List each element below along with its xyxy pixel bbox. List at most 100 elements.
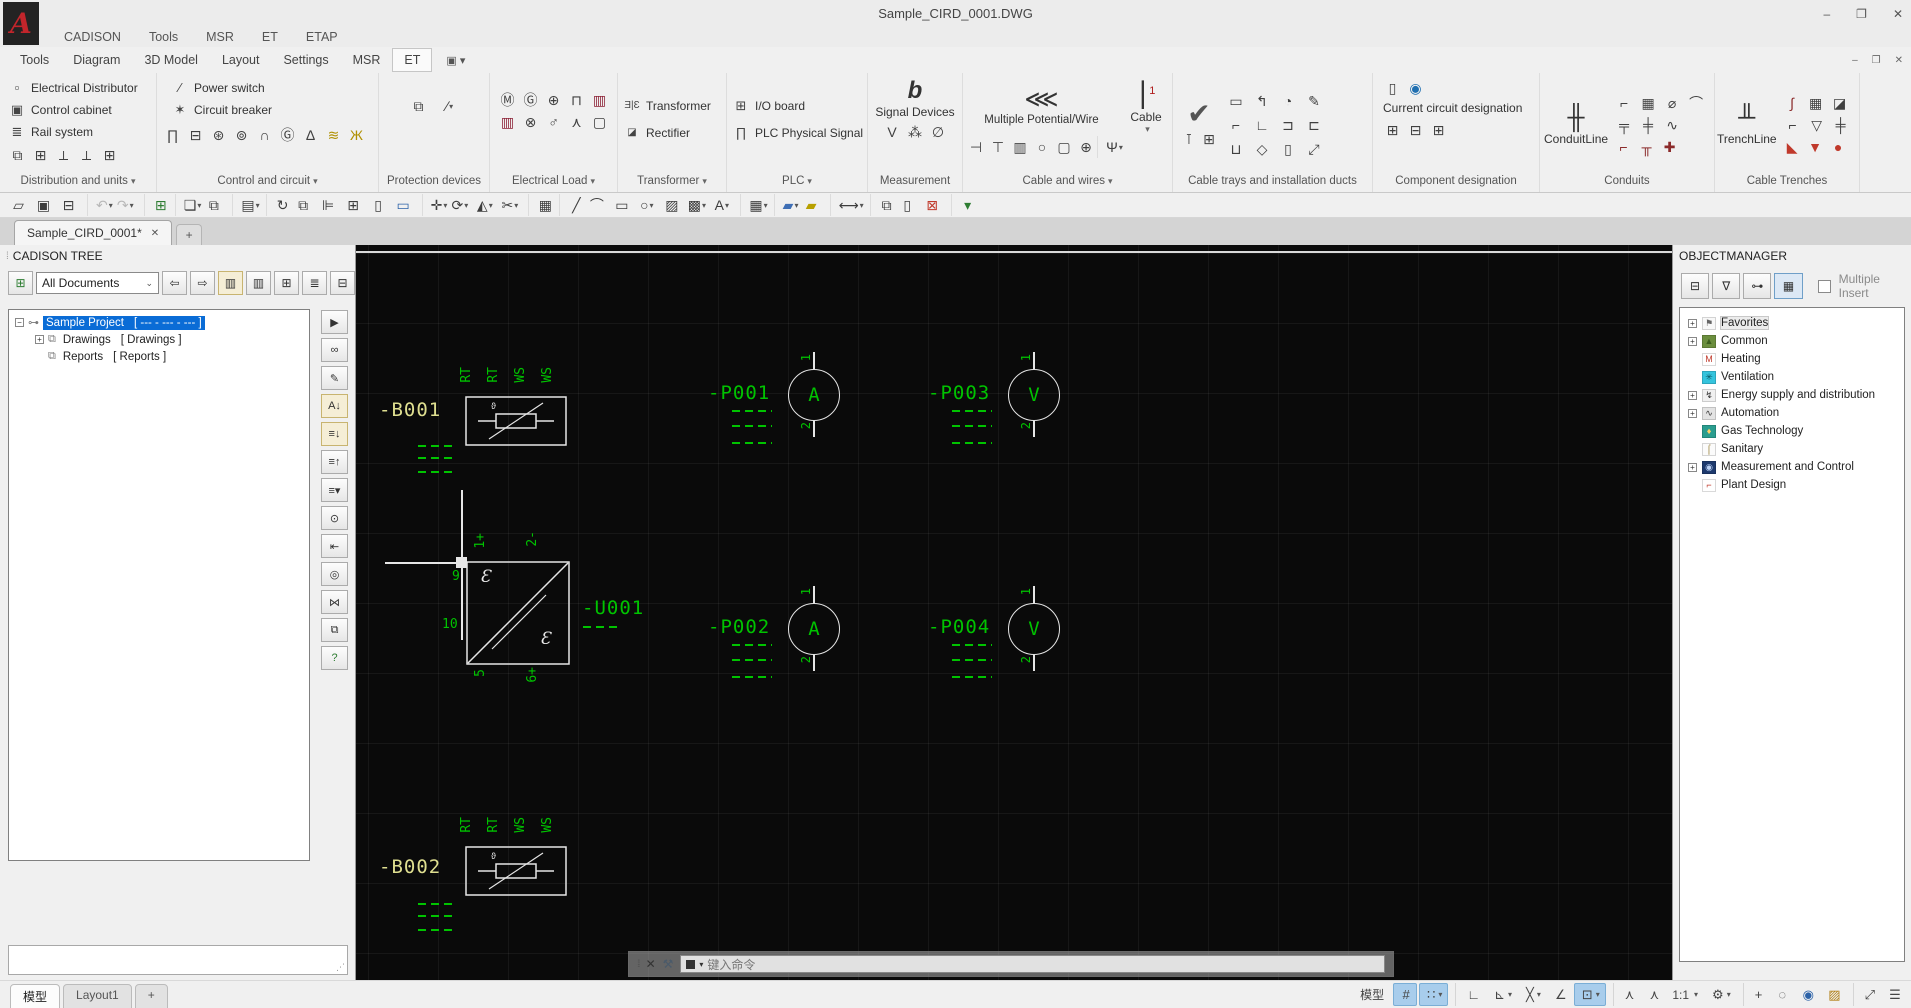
command-close-icon[interactable]: ✕ bbox=[646, 957, 656, 971]
ribbon-icon[interactable]: ◇ bbox=[1249, 137, 1275, 161]
ribbon-button[interactable]: ▫Electrical Distributor bbox=[8, 77, 156, 98]
catalog-item[interactable]: + ∿ Automation bbox=[1680, 404, 1904, 422]
ribbon-icon[interactable]: ⧉ bbox=[407, 95, 430, 117]
compare[interactable]: ◎ bbox=[321, 562, 348, 586]
ribbon-icon[interactable]: Ⓜ bbox=[496, 89, 519, 111]
ribbon-icon[interactable]: ⊺ bbox=[1179, 128, 1199, 150]
ribbon-icon[interactable]: ∟ bbox=[1249, 113, 1275, 137]
ribbon-tab[interactable]: 3D Model bbox=[132, 48, 210, 72]
ribbon-icon[interactable]: ⊐ bbox=[1275, 113, 1301, 137]
ribbon-tab[interactable]: MSR bbox=[341, 48, 393, 72]
ribbon-icon[interactable]: ♂ bbox=[542, 111, 565, 133]
new-drawing[interactable]: ⊞ bbox=[144, 194, 169, 216]
ribbon-icon[interactable]: ⌐ bbox=[1223, 113, 1249, 137]
ribbon-icon[interactable]: ⊞ bbox=[29, 144, 52, 166]
ribbon-tab[interactable]: Layout bbox=[210, 48, 272, 72]
ribbon-button[interactable]: ≣Rail system bbox=[8, 121, 156, 142]
rectangle[interactable]: ▭ bbox=[609, 194, 634, 216]
filter[interactable]: ∇ bbox=[1712, 273, 1740, 299]
help[interactable]: ? bbox=[321, 646, 348, 670]
tree-view-button[interactable]: ⊞ bbox=[274, 271, 299, 295]
ribbon-button[interactable]: ▣Control cabinet bbox=[8, 99, 156, 120]
ribbon-icon[interactable]: ⊕ bbox=[542, 89, 565, 111]
sheet[interactable]: ▯ bbox=[366, 194, 391, 216]
snap-toggle[interactable]: ∷▾ bbox=[1419, 983, 1448, 1006]
crosshair[interactable]: + bbox=[1743, 983, 1768, 1006]
ribbon-icon[interactable]: ╪ bbox=[1636, 114, 1660, 136]
ribbon-icon[interactable]: ⊓ bbox=[565, 89, 588, 111]
drawing-tab[interactable]: Sample_CIRD_0001* ✕ bbox=[14, 220, 172, 245]
forward-button[interactable]: ⇨ bbox=[190, 271, 215, 295]
catalog-item[interactable]: M Heating bbox=[1680, 350, 1904, 368]
tree-view-button[interactable]: ▥ bbox=[218, 271, 243, 295]
drawing-canvas[interactable]: -B001 RTRTWSWS ϑ bbox=[356, 245, 1672, 980]
ribbon-icon[interactable]: ⧉ bbox=[6, 144, 29, 166]
xref[interactable]: ⧉ bbox=[291, 194, 316, 216]
ribbon-group-label[interactable]: Transformer▾ bbox=[618, 173, 726, 192]
minimize-button[interactable]: – bbox=[1823, 7, 1830, 21]
ribbon-icon[interactable]: Ⓖ bbox=[519, 89, 542, 111]
catalog-item[interactable]: + ◉ Measurement and Control bbox=[1680, 458, 1904, 476]
ribbon-icon[interactable]: ⌒ bbox=[1684, 92, 1708, 114]
catalog-item[interactable]: ♦ Gas Technology bbox=[1680, 422, 1904, 440]
tree-detail-box[interactable]: ⋰ bbox=[8, 945, 348, 975]
ribbon-tab[interactable]: Settings bbox=[271, 48, 340, 72]
ribbon-group-label[interactable]: Control and circuit▾ bbox=[157, 173, 378, 192]
ribbon-icon[interactable]: ▥ bbox=[588, 89, 611, 111]
expander-icon[interactable]: + bbox=[1688, 409, 1697, 418]
clean-screen[interactable]: ⤢ bbox=[1853, 983, 1880, 1006]
customize-menu[interactable]: ☰ bbox=[1882, 983, 1906, 1006]
ribbon-icon[interactable]: ✎ bbox=[1301, 89, 1327, 113]
close-button[interactable]: ✕ bbox=[1893, 7, 1903, 21]
ribbon-icon[interactable]: ⊞ bbox=[1381, 119, 1404, 141]
table[interactable]: ▦ bbox=[528, 194, 553, 216]
ribbon-icon[interactable]: ≋ bbox=[322, 124, 345, 146]
edit-list[interactable]: ✎ bbox=[321, 366, 348, 390]
table-style[interactable]: ▦▾ bbox=[740, 194, 767, 216]
new-layer[interactable]: ❏▾ bbox=[175, 194, 202, 216]
ribbon-icon[interactable]: ▢ bbox=[1053, 136, 1075, 158]
field[interactable]: ▯ bbox=[895, 194, 920, 216]
insert-wire[interactable]: ⊞ bbox=[341, 194, 366, 216]
doc-restore-button[interactable]: ❐ bbox=[1872, 55, 1881, 66]
tree-view-button[interactable]: ▥ bbox=[246, 271, 271, 295]
run[interactable]: ▶ bbox=[321, 310, 348, 334]
zoom-to[interactable]: ⊙ bbox=[321, 506, 348, 530]
ribbon-group-label[interactable]: PLC▾ bbox=[727, 173, 867, 192]
ribbon-icon[interactable]: ⊞ bbox=[98, 144, 121, 166]
ribbon-icon[interactable]: ▭ bbox=[1223, 89, 1249, 113]
ribbon-icon[interactable]: ∿ bbox=[1660, 114, 1684, 136]
viewport[interactable]: ▭ bbox=[391, 194, 416, 216]
ribbon-group-label[interactable]: Protection devices bbox=[379, 173, 489, 192]
ribbon-icon[interactable]: ⌀ bbox=[1660, 92, 1684, 114]
expander-icon[interactable]: − bbox=[15, 318, 24, 327]
expander-icon[interactable]: + bbox=[1688, 391, 1697, 400]
workspace-settings[interactable]: ⚙▾ bbox=[1705, 983, 1736, 1006]
ribbon-icon[interactable]: ⟂ bbox=[52, 144, 75, 166]
arc[interactable]: ⌒ bbox=[584, 194, 609, 216]
layout-view[interactable]: ⊟ bbox=[1681, 273, 1709, 299]
ribbon-tab[interactable]: ET bbox=[392, 48, 432, 72]
ribbon-icon[interactable]: ▦ bbox=[1804, 92, 1828, 114]
multiple-insert-checkbox[interactable] bbox=[1818, 280, 1831, 293]
doc-minimize-button[interactable]: – bbox=[1852, 55, 1858, 66]
resize-grip-icon[interactable]: ⋰ bbox=[336, 962, 345, 973]
sort-az[interactable]: A↓ bbox=[321, 394, 348, 418]
ribbon-group-label[interactable]: Cable and wires▾ bbox=[963, 173, 1172, 192]
cable-button[interactable]: ⎮1 Cable ▾ bbox=[1120, 77, 1172, 135]
ribbon-icon[interactable]: ╤ bbox=[1612, 114, 1636, 136]
ribbon-button[interactable]: ◪Rectifier bbox=[623, 122, 726, 143]
export[interactable]: ⇤ bbox=[321, 534, 348, 558]
ribbon-group-label[interactable]: Cable Trenches bbox=[1715, 173, 1859, 192]
command-input[interactable]: ▾ 键入命令 bbox=[680, 955, 1385, 973]
ribbon-icon[interactable]: ∫ bbox=[1781, 92, 1804, 114]
line[interactable]: ╱ bbox=[559, 194, 584, 216]
ribbon-icon[interactable]: ▥ bbox=[1009, 136, 1031, 158]
grid-toggle[interactable]: # bbox=[1393, 983, 1417, 1006]
annotation-autoscale[interactable]: ⋏ bbox=[1641, 983, 1665, 1006]
ribbon-button[interactable]: ✶Circuit breaker bbox=[171, 99, 378, 120]
tree-view-button[interactable]: ⊟ bbox=[330, 271, 355, 295]
ribbon-icon[interactable]: Ж bbox=[345, 124, 368, 146]
ribbon-icon[interactable]: ▢ bbox=[588, 111, 611, 133]
conduitline-button[interactable]: ╫ ConduitLine bbox=[1544, 104, 1608, 146]
